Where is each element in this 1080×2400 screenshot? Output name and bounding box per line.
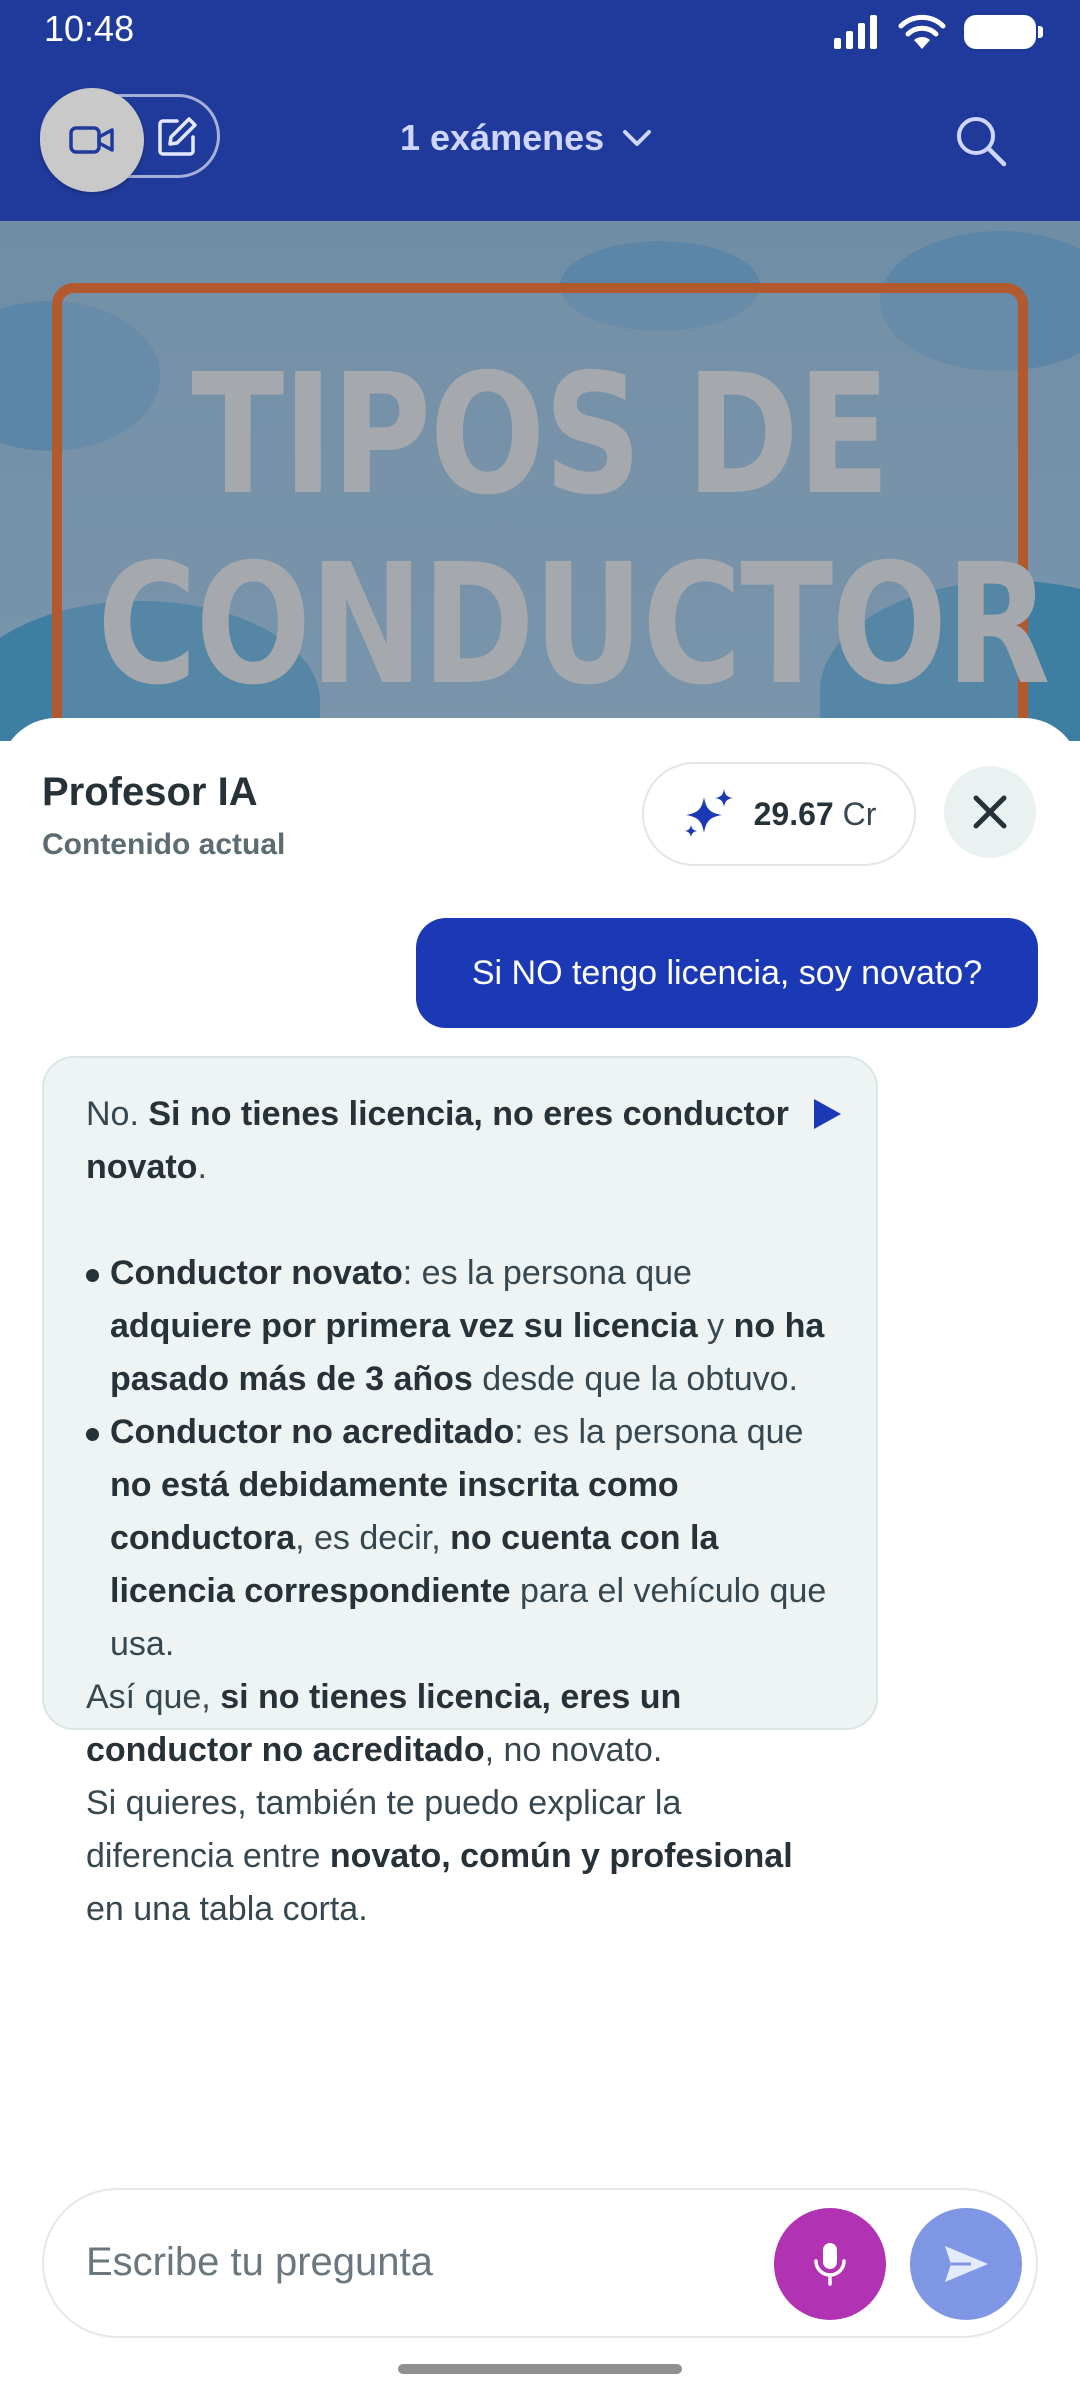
microphone-icon	[814, 2243, 846, 2286]
bullet-text: , es decir,	[295, 1519, 451, 1557]
bullet-text: : es la persona que	[514, 1413, 804, 1451]
edit-mode-button[interactable]	[151, 111, 203, 163]
credits-unit: Cr	[842, 795, 877, 832]
question-input[interactable]: Escribe tu pregunta	[86, 2240, 433, 2285]
ai-intro-bold: Si no tienes licencia, no eres conductor…	[86, 1095, 789, 1186]
mode-toggle[interactable]	[40, 88, 220, 192]
question-input-bar[interactable]: Escribe tu pregunta	[42, 2188, 1038, 2338]
close-button[interactable]	[944, 766, 1036, 858]
banner-title: TIPOS DE CONDUCTOR	[97, 339, 1050, 722]
ai-conclusion: Así que, si no tienes licencia, eres un …	[86, 1671, 836, 1777]
bullet-text: y	[697, 1307, 734, 1345]
play-icon[interactable]	[810, 1096, 844, 1132]
banner-title-line-1: TIPOS DE	[191, 339, 890, 532]
user-message-bubble: Si NO tengo licencia, soy novato?	[416, 918, 1038, 1028]
wifi-icon	[898, 14, 946, 49]
credits-value: 29.67 Cr	[754, 796, 877, 833]
ai-intro: No. Si no tienes licencia, no eres condu…	[86, 1088, 836, 1194]
bullet-term: Conductor novato	[110, 1254, 403, 1292]
bullet-item: Conductor novato: es la persona que adqu…	[86, 1247, 836, 1406]
top-bar: 10:48 1 exámenes	[0, 0, 1080, 221]
ai-conclusion-end: , no novato.	[484, 1731, 663, 1769]
close-icon	[973, 795, 1007, 829]
signal-icon	[834, 15, 877, 49]
exam-selector[interactable]: 1 exámenes	[400, 110, 652, 166]
ai-conclusion-text: Así que,	[86, 1678, 221, 1716]
video-camera-icon	[69, 126, 114, 154]
search-button[interactable]	[946, 106, 1016, 176]
status-icons	[832, 12, 1043, 52]
search-icon	[957, 117, 1007, 167]
exam-selector-label: 1 exámenes	[400, 117, 605, 158]
status-time: 10:48	[44, 8, 135, 49]
lesson-banner-image: TIPOS DE CONDUCTOR	[0, 221, 1080, 741]
video-mode-button[interactable]	[40, 88, 144, 192]
bullet-text: desde que la obtuvo.	[472, 1360, 798, 1398]
ai-offer: Si quieres, también te puedo explicar la…	[86, 1777, 836, 1936]
edit-note-icon	[158, 117, 197, 156]
ai-offer-end: en una tabla corta.	[86, 1890, 368, 1928]
bullet-text: : es la persona que	[402, 1254, 692, 1292]
sheet-title: Profesor IA	[42, 770, 258, 814]
ai-offer-bold: novato, común y profesional	[329, 1837, 793, 1875]
bullet-item: Conductor no acreditado: es la persona q…	[86, 1406, 836, 1671]
send-icon	[945, 2246, 988, 2282]
send-button[interactable]	[910, 2208, 1022, 2320]
ai-message-bubble: No. Si no tienes licencia, no eres condu…	[42, 1056, 878, 1928]
sparkles-icon	[684, 789, 733, 837]
banner-title-line-2: CONDUCTOR	[97, 529, 1050, 722]
home-indicator[interactable]	[398, 2364, 682, 2374]
battery-icon	[964, 15, 1043, 49]
bullet-bold: adquiere por primera vez su licencia	[110, 1307, 698, 1345]
ai-intro-text: No.	[86, 1095, 149, 1133]
user-message-text: Si NO tengo licencia, soy novato?	[471, 953, 983, 992]
credits-amount: 29.67	[753, 795, 834, 832]
credits-chip[interactable]: 29.67 Cr	[642, 762, 916, 866]
bullet-term: Conductor no acreditado	[110, 1413, 515, 1451]
ai-intro-end: .	[197, 1148, 207, 1186]
microphone-button[interactable]	[774, 2208, 886, 2320]
sheet-subtitle: Contenido actual	[42, 828, 286, 861]
ai-tutor-sheet: Profesor IA Contenido actual 29.67 Cr Si…	[0, 718, 1080, 2400]
chevron-down-icon	[623, 130, 652, 146]
